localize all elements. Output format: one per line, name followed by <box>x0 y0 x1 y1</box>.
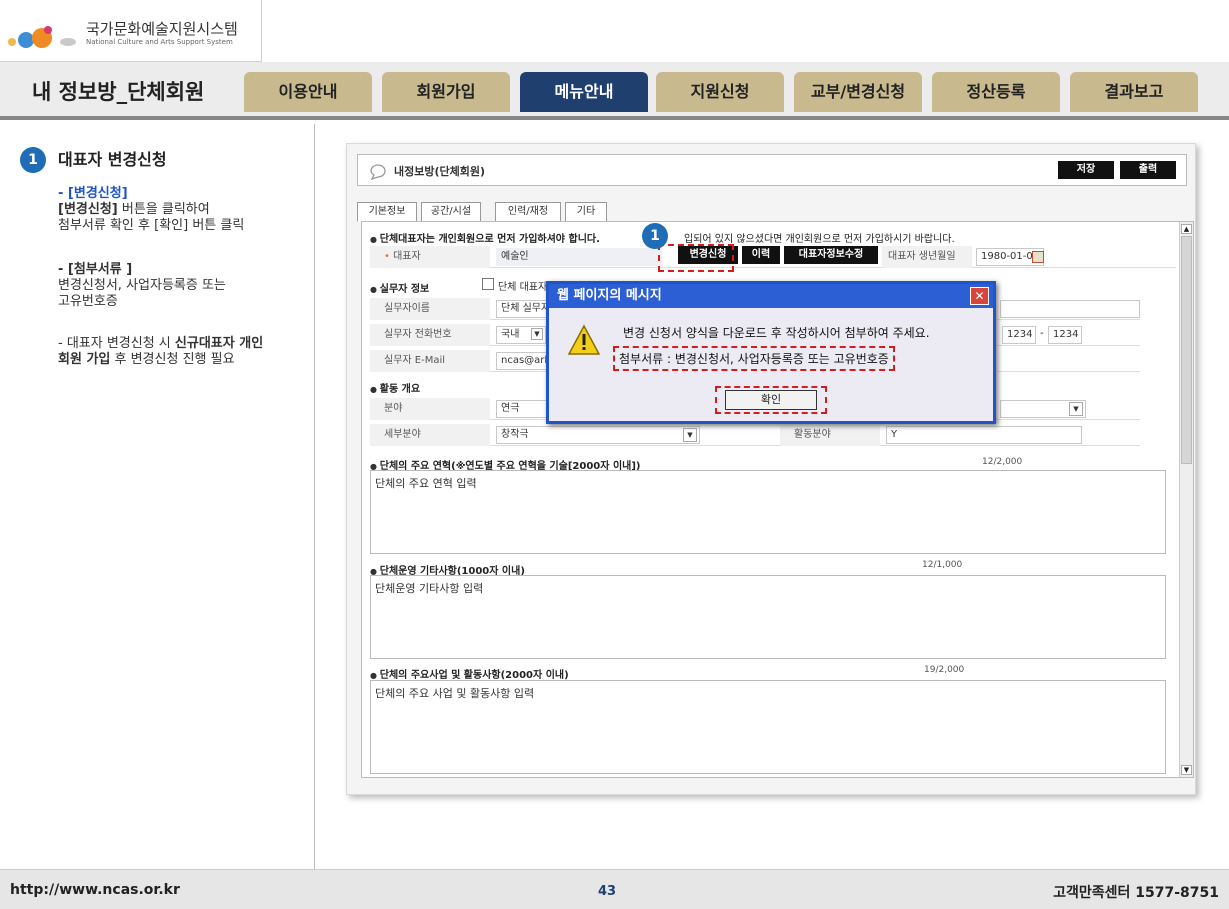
phone-end-input[interactable]: 1234 <box>1048 326 1082 344</box>
instruction-new-rep: - 대표자 변경신청 시 신규대표자 개인 회원 가입 후 변경신청 진행 필요 <box>58 336 308 368</box>
field-label: 분야 <box>370 398 490 420</box>
support-contact: 고객만족센터 1577-8751 <box>1053 885 1219 901</box>
logo-subtitle: National Culture and Arts Support System <box>86 38 233 46</box>
logo-icon <box>8 26 76 48</box>
tab-menu-guide[interactable]: 메뉴안내 <box>520 72 648 112</box>
scroll-thumb[interactable] <box>1181 236 1192 464</box>
phone-mid-input[interactable]: 1234 <box>1002 326 1036 344</box>
activity-field-input[interactable]: Y <box>886 426 1082 444</box>
staff-same-checkbox[interactable] <box>482 278 494 290</box>
section-title: 대표자 변경신청 <box>58 150 167 169</box>
phone-country-select[interactable]: 국내 ▼ <box>496 326 546 344</box>
staff-extra-input[interactable] <box>1000 300 1140 318</box>
instruction-bold: [변경신청] <box>58 202 118 217</box>
subtab-space-facility[interactable]: 공간/시설 <box>421 202 481 222</box>
speech-bubble-icon <box>370 164 386 180</box>
history-textarea[interactable]: 단체의 주요 연혁 입력 <box>370 470 1166 554</box>
staff-email-label: 실무자 E-Mail <box>370 350 490 372</box>
staff-section-title: 실무자 정보 <box>370 280 429 295</box>
print-button[interactable]: 출력 <box>1120 161 1176 179</box>
warning-icon <box>567 324 601 355</box>
top-bar: 국가문화예술지원시스템 National Culture and Arts Su… <box>0 0 1229 62</box>
logo-title: 국가문화예술지원시스템 <box>86 20 238 38</box>
rep-value: 예술인 <box>496 248 662 266</box>
note-pre: - 대표자 변경신청 시 <box>58 336 175 351</box>
chevron-down-icon: ▼ <box>683 428 697 442</box>
business-textarea[interactable]: 단체의 주요 사업 및 활동사항 입력 <box>370 680 1166 774</box>
chevron-down-icon: ▼ <box>1069 402 1083 416</box>
phone-dash: - <box>1040 328 1044 339</box>
window-title: 내정보방(단체회원) <box>394 165 486 178</box>
etc-textarea[interactable]: 단체운영 기타사항 입력 <box>370 575 1166 659</box>
staff-phone-label: 실무자 전화번호 <box>370 324 490 346</box>
tab-sign-up[interactable]: 회원가입 <box>382 72 510 112</box>
app-screenshot: 내정보방(단체회원) 저장 출력 기본정보 공간/시설 인력/재정 기타 ▲ ▼… <box>346 143 1196 795</box>
instruction-text: 버튼을 클릭하여 <box>117 202 210 217</box>
close-icon[interactable]: ✕ <box>970 287 989 305</box>
calendar-icon[interactable] <box>1032 251 1044 263</box>
activity-section-title: 활동 개요 <box>370 380 420 395</box>
field-select-right[interactable]: ▼ <box>1000 400 1086 418</box>
message-dialog: 웹 페이지의 메시지 ✕ 변경 신청서 양식을 다운로드 후 작성하시어 첨부하… <box>546 281 996 424</box>
staff-email-input[interactable]: ncas@ark <box>496 352 552 370</box>
history-count: 12/2,000 <box>982 457 1023 467</box>
ok-button[interactable]: 확인 <box>725 390 817 410</box>
attachments-head: - [첨부서류 ] <box>58 262 133 277</box>
page-number: 43 <box>598 884 617 899</box>
note-bold-2: 회원 가입 <box>58 352 111 367</box>
rep-label: • 대표자 <box>370 246 490 268</box>
subfield-select[interactable]: 창작극 ▼ <box>496 426 700 444</box>
subfield-row: 세부분야 창작극 ▼ 활동분야 Y <box>370 424 1140 446</box>
note-bold: 신규대표자 개인 <box>174 336 264 351</box>
scroll-down-icon[interactable]: ▼ <box>1181 765 1192 775</box>
attachments-text-2: 고유번호증 <box>58 294 118 309</box>
highlight-change-button <box>658 244 734 272</box>
footer: http://www.ncas.or.kr 43 고객만족센터 1577-875… <box>0 869 1229 909</box>
note-post: 후 변경신청 진행 필요 <box>110 352 235 367</box>
instruction-head: - [변경신청] <box>58 186 128 201</box>
save-button[interactable]: 저장 <box>1058 161 1114 179</box>
instruction-text-2: 첨부서류 확인 후 [확인] 버튼 클릭 <box>58 218 245 233</box>
nav-bar: 내 정보방_단체회원 이용안내 회원가입 메뉴안내 지원신청 교부/변경신청 정… <box>0 62 1229 120</box>
dialog-title: 웹 페이지의 메시지 <box>549 284 993 308</box>
step-badge-screen: 1 <box>642 223 668 249</box>
logo: 국가문화예술지원시스템 National Culture and Arts Su… <box>0 0 262 62</box>
page-title: 내 정보방_단체회원 <box>32 80 205 104</box>
staff-same-label: 단체 대표자 <box>498 282 548 293</box>
footer-url[interactable]: http://www.ncas.or.kr <box>10 882 180 898</box>
activity-field-label: 활동분야 <box>780 424 880 446</box>
window-header: 내정보방(단체회원) 저장 출력 <box>357 154 1187 186</box>
vertical-scrollbar[interactable]: ▲ ▼ <box>1179 222 1193 777</box>
step-badge: 1 <box>20 147 46 173</box>
tab-apply[interactable]: 지원신청 <box>656 72 784 112</box>
etc-count: 12/1,000 <box>922 560 963 570</box>
tab-settlement[interactable]: 정산등록 <box>932 72 1060 112</box>
tab-usage-guide[interactable]: 이용안내 <box>244 72 372 112</box>
notice-tail: 입되어 있지 않으셨다면 개인회원으로 먼저 가입하시기 바랍니다. <box>684 234 955 245</box>
rep-edit-button[interactable]: 대표자정보수정 <box>784 246 878 264</box>
attachments-text: 변경신청서, 사업자등록증 또는 <box>58 278 226 293</box>
rep-row: • 대표자 예술인 변경신청 이력 대표자정보수정 대표자 생년월일 1980-… <box>370 246 1176 268</box>
tab-grant-change[interactable]: 교부/변경신청 <box>794 72 922 112</box>
business-count: 19/2,000 <box>924 665 965 675</box>
instruction-attachments: - [첨부서류 ] 변경신청서, 사업자등록증 또는 고유번호증 <box>58 262 308 310</box>
birth-label: 대표자 생년월일 <box>882 246 972 268</box>
scroll-up-icon[interactable]: ▲ <box>1181 224 1192 234</box>
instruction-change-request: - [변경신청] [변경신청] 버튼을 클릭하여 첨부서류 확인 후 [확인] … <box>58 186 308 234</box>
dialog-attachment: 첨부서류 : 변경신청서, 사업자등록증 또는 고유번호증 <box>613 346 895 371</box>
subfield-label: 세부분야 <box>370 424 490 446</box>
business-label: 단체의 주요사업 및 활동사항(2000자 이내) <box>370 666 569 681</box>
subtab-staff-finance[interactable]: 인력/재정 <box>495 202 561 222</box>
tab-result-report[interactable]: 결과보고 <box>1070 72 1198 112</box>
staff-name-label: 실무자이름 <box>370 298 490 320</box>
subtab-basic-info[interactable]: 기본정보 <box>357 202 417 222</box>
chevron-down-icon: ▼ <box>531 328 543 340</box>
subtab-etc[interactable]: 기타 <box>565 202 607 222</box>
history-button[interactable]: 이력 <box>742 246 780 264</box>
dialog-message: 변경 신청서 양식을 다운로드 후 작성하시어 첨부하여 주세요. <box>623 326 930 340</box>
column-divider <box>314 124 315 869</box>
notice-text: 단체대표자는 개인회원으로 먼저 가입하셔야 합니다. <box>370 230 600 245</box>
